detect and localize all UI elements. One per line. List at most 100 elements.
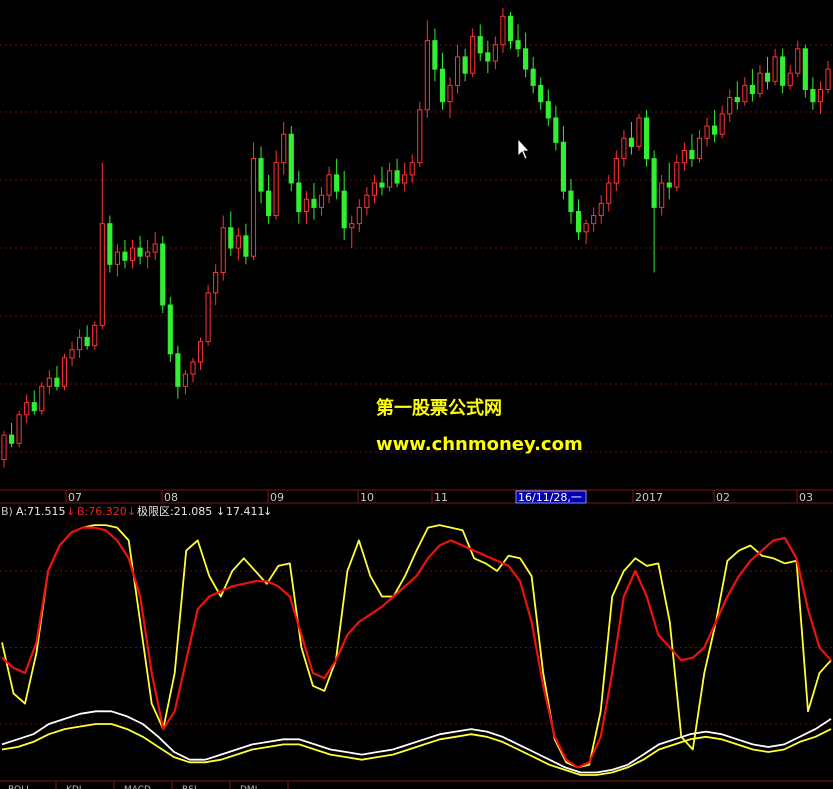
candle-body <box>77 337 83 351</box>
candle-body <box>568 190 574 212</box>
candle-body <box>129 247 136 261</box>
candle-body <box>213 271 219 294</box>
candle-body <box>659 182 665 208</box>
candle-body <box>69 349 75 359</box>
candle-body <box>674 162 680 188</box>
candle-body <box>16 414 22 444</box>
date-tick-label: 02 <box>716 491 730 504</box>
candle-body <box>122 251 128 261</box>
candle-body <box>39 385 45 412</box>
candle-body <box>379 182 385 188</box>
bottom-tab-kdj: KDJ <box>66 785 82 789</box>
candle-body <box>500 15 506 46</box>
candle-body <box>107 223 113 265</box>
candle-body <box>515 40 521 50</box>
candle-body <box>394 170 400 184</box>
candle-body <box>250 158 257 257</box>
date-tick-label: 09 <box>270 491 284 504</box>
candle-body <box>409 162 415 176</box>
candle-body <box>749 84 755 95</box>
candle-body <box>757 72 763 95</box>
candle-body <box>145 251 151 257</box>
candle-body <box>485 52 491 62</box>
candle-body <box>734 97 740 103</box>
candle-body <box>356 206 362 225</box>
date-tick-label: 07 <box>68 491 82 504</box>
chart-background <box>0 0 833 789</box>
candle-body <box>235 235 241 249</box>
candle-body <box>364 194 370 208</box>
candle-body <box>152 243 158 253</box>
candle-body <box>349 223 355 229</box>
candle-body <box>530 68 536 86</box>
candle-body <box>197 341 204 363</box>
candle-body <box>31 402 37 412</box>
candle-body <box>311 198 317 208</box>
candle-body <box>780 56 786 86</box>
candle-body <box>24 402 30 416</box>
candle-body <box>160 243 166 306</box>
candle-body <box>606 182 612 204</box>
candle-body <box>719 113 725 135</box>
candle-body <box>318 194 325 208</box>
candle-body <box>296 182 302 212</box>
stock-chart: 07 08 09 10 11 2017 02 03 16/11/28,一 B) A:71.51… <box>0 0 833 789</box>
candle-body <box>326 174 332 196</box>
candle-body <box>772 56 778 82</box>
bottom-tab-boll: BOLL <box>8 785 31 789</box>
candle-body <box>92 324 98 347</box>
candle-body <box>712 125 718 135</box>
candle-body <box>787 72 793 86</box>
candle-body <box>802 48 808 90</box>
candle-body <box>628 137 635 147</box>
watermark-title: 第一股票公式网 <box>376 397 502 419</box>
bottom-tab-rsi: RSI <box>182 785 197 789</box>
candle-body <box>742 84 748 103</box>
limit-zone-arrow: ↓ <box>216 505 225 518</box>
candle-body <box>84 337 90 347</box>
indicator-header: B) A:71.515 ↓ B:76.320 ↓ 极限区:21.085 ↓ 17… <box>1 504 272 518</box>
candle-body <box>190 361 196 375</box>
candle-body <box>817 88 824 103</box>
candle-body <box>114 251 120 265</box>
candle-body <box>810 88 816 103</box>
series-b-value: B:76.320 <box>77 505 127 518</box>
candle-body <box>175 353 181 387</box>
candle-body <box>583 223 589 233</box>
candle-body <box>454 56 461 86</box>
date-tick-label: 11 <box>434 491 448 504</box>
candle-body <box>54 377 60 387</box>
candle-body <box>243 235 249 257</box>
date-tick-label: 08 <box>164 491 178 504</box>
candle-body <box>825 68 831 90</box>
extra-arrow: ↓ <box>263 505 272 518</box>
candle-body <box>492 44 498 62</box>
series-a-arrow: ↓ <box>66 505 75 518</box>
candle-body <box>402 174 408 184</box>
series-a-value: A:71.515 <box>16 505 66 518</box>
candle-body <box>228 227 234 249</box>
candle-body <box>8 434 15 444</box>
candle-body <box>266 190 272 217</box>
date-tick-label: 10 <box>360 491 374 504</box>
candle-body <box>462 56 468 74</box>
candle-body <box>273 162 279 217</box>
candle-body <box>643 117 650 160</box>
candle-body <box>477 36 483 54</box>
extra-value: 17.411 <box>226 505 265 518</box>
candle-body <box>1 434 7 461</box>
candle-body <box>61 357 68 387</box>
candle-body <box>334 174 340 192</box>
candle-body <box>764 72 771 82</box>
candle-body <box>46 377 52 387</box>
candle-body <box>447 84 453 103</box>
candle-body <box>432 40 438 70</box>
candle-body <box>560 141 566 192</box>
candle-body <box>523 48 529 70</box>
candle-body <box>666 182 672 188</box>
candle-body <box>795 48 801 74</box>
candle-body <box>727 97 733 115</box>
candle-body <box>636 117 642 147</box>
candle-body <box>439 68 446 103</box>
series-b-arrow: ↓ <box>127 505 136 518</box>
